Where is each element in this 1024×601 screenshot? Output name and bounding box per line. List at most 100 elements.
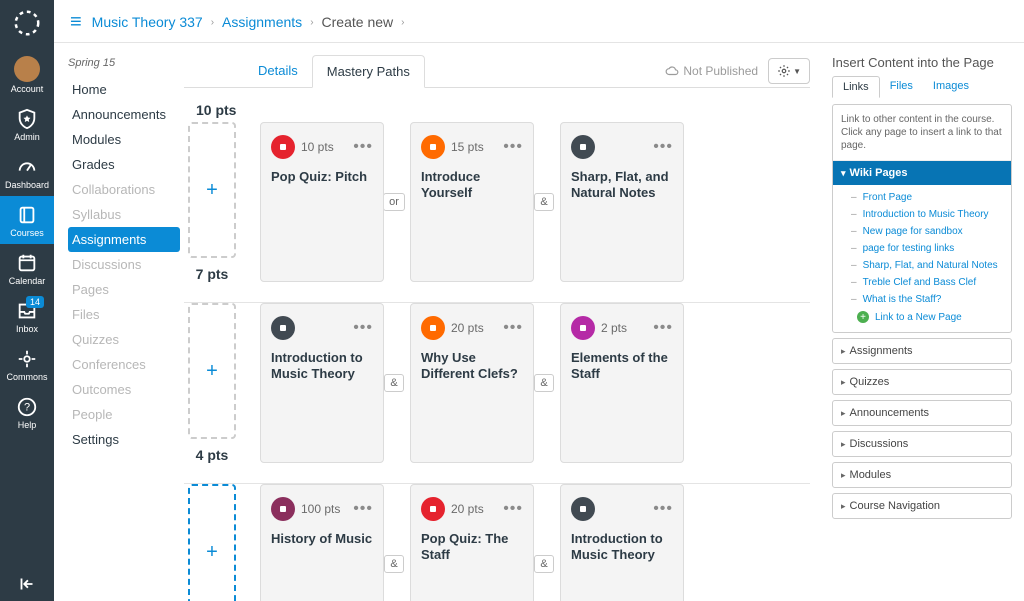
sidebar-tabs: Links Files Images bbox=[832, 76, 1012, 98]
wiki-page-link[interactable]: New page for sandbox bbox=[841, 223, 1007, 240]
global-nav-rail: Account Admin Dashboard Courses Calendar… bbox=[0, 0, 54, 601]
coursenav-assignments[interactable]: Assignments bbox=[68, 227, 180, 252]
nav-calendar-label: Calendar bbox=[9, 276, 46, 286]
path-card[interactable]: ••• Introduction to Music Theory bbox=[260, 303, 384, 463]
connector: or bbox=[384, 122, 404, 282]
plus-icon: + bbox=[206, 179, 218, 202]
nav-commons[interactable]: Commons bbox=[0, 340, 54, 388]
card-title: Introduction to Music Theory bbox=[571, 531, 673, 564]
card-menu-button[interactable]: ••• bbox=[353, 319, 373, 337]
accordion-announcements[interactable]: Announcements bbox=[832, 400, 1012, 426]
wiki-page-link[interactable]: Introduction to Music Theory bbox=[841, 206, 1007, 223]
accordion-discussions[interactable]: Discussions bbox=[832, 431, 1012, 457]
avatar-icon bbox=[14, 56, 40, 82]
coursenav-grades[interactable]: Grades bbox=[68, 152, 180, 177]
accordion-course-navigation[interactable]: Course Navigation bbox=[832, 493, 1012, 519]
nav-collapse[interactable] bbox=[0, 565, 54, 601]
nav-dashboard[interactable]: Dashboard bbox=[0, 148, 54, 196]
path-card[interactable]: •••Sharp, Flat, and Natural Notes bbox=[560, 122, 684, 282]
coursenav-modules[interactable]: Modules bbox=[68, 127, 180, 152]
card-menu-button[interactable]: ••• bbox=[353, 138, 373, 156]
coursenav-syllabus[interactable]: Syllabus bbox=[68, 202, 180, 227]
tab-details[interactable]: Details bbox=[244, 55, 312, 87]
path-card[interactable]: 2 pts•••Elements of the Staff bbox=[560, 303, 684, 463]
accordion-assignments[interactable]: Assignments bbox=[832, 338, 1012, 364]
nav-admin[interactable]: Admin bbox=[0, 100, 54, 148]
nav-calendar[interactable]: Calendar bbox=[0, 244, 54, 292]
card-menu-button[interactable]: ••• bbox=[653, 500, 673, 518]
nav-help[interactable]: ? Help bbox=[0, 388, 54, 436]
inbox-badge: 14 bbox=[26, 296, 44, 308]
card-points: 20 pts bbox=[451, 321, 484, 335]
sidebar-tab-links[interactable]: Links bbox=[832, 76, 880, 98]
path-card[interactable]: 20 pts•••Pop Quiz: The Staff bbox=[410, 484, 534, 601]
coursenav-files[interactable]: Files bbox=[68, 302, 180, 327]
wiki-page-link[interactable]: page for testing links bbox=[841, 240, 1007, 257]
card-menu-button[interactable]: ••• bbox=[353, 500, 373, 518]
item-type-icon bbox=[421, 135, 445, 159]
score-range-box[interactable]: + bbox=[188, 303, 236, 439]
link-new-page[interactable]: +Link to a New Page bbox=[841, 308, 1007, 326]
path-card[interactable]: 20 pts ••• Why Use Different Clefs? bbox=[410, 303, 534, 463]
coursenav-people[interactable]: People bbox=[68, 402, 180, 427]
mastery-path-row: +7 pts10 pts•••Pop Quiz: Pitchor15 pts••… bbox=[184, 122, 810, 282]
wiki-page-link[interactable]: What is the Staff? bbox=[841, 291, 1007, 308]
coursenav-discussions[interactable]: Discussions bbox=[68, 252, 180, 277]
sidebar-tab-images[interactable]: Images bbox=[923, 76, 979, 98]
coursenav-collab[interactable]: Collaborations bbox=[68, 177, 180, 202]
hamburger-icon[interactable]: ≡ bbox=[70, 12, 82, 32]
collapse-icon bbox=[16, 573, 38, 595]
coursenav-home[interactable]: Home bbox=[68, 77, 180, 102]
connector-label: & bbox=[534, 555, 553, 573]
score-range-box[interactable]: + bbox=[188, 484, 236, 601]
coursenav-outcomes[interactable]: Outcomes bbox=[68, 377, 180, 402]
accordion-quizzes[interactable]: Quizzes bbox=[832, 369, 1012, 395]
path-card[interactable]: 100 pts•••History of Music bbox=[260, 484, 384, 601]
sidebar-instructions: Link to other content in the course. Cli… bbox=[833, 105, 1011, 161]
tab-mastery-paths[interactable]: Mastery Paths bbox=[312, 55, 425, 88]
path-card[interactable]: ••• Introduction to Music Theory bbox=[560, 484, 684, 601]
wiki-page-link[interactable]: Treble Clef and Bass Clef bbox=[841, 274, 1007, 291]
coursenav-announcements[interactable]: Announcements bbox=[68, 102, 180, 127]
wiki-page-link[interactable]: Sharp, Flat, and Natural Notes bbox=[841, 257, 1007, 274]
plus-icon: + bbox=[206, 541, 218, 564]
coursenav-pages[interactable]: Pages bbox=[68, 277, 180, 302]
path-card[interactable]: 10 pts•••Pop Quiz: Pitch bbox=[260, 122, 384, 282]
breadcrumb-course[interactable]: Music Theory 337 bbox=[92, 14, 203, 30]
book-icon bbox=[16, 204, 38, 226]
caret-down-icon: ▼ bbox=[793, 67, 801, 76]
nav-inbox[interactable]: 14 Inbox bbox=[0, 292, 54, 340]
coursenav-quizzes[interactable]: Quizzes bbox=[68, 327, 180, 352]
coursenav-settings[interactable]: Settings bbox=[68, 427, 180, 452]
card-points: 10 pts bbox=[301, 140, 334, 154]
nav-account-label: Account bbox=[11, 84, 44, 94]
card-title: History of Music bbox=[271, 531, 373, 547]
connector: & bbox=[534, 484, 554, 601]
card-menu-button[interactable]: ••• bbox=[503, 500, 523, 518]
wiki-page-link[interactable]: Front Page bbox=[841, 189, 1007, 206]
coursenav-conferences[interactable]: Conferences bbox=[68, 352, 180, 377]
card-title: Why Use Different Clefs? bbox=[421, 350, 523, 383]
path-card[interactable]: 15 pts•••Introduce Yourself bbox=[410, 122, 534, 282]
connector-label: & bbox=[384, 555, 403, 573]
sidebar-title: Insert Content into the Page bbox=[832, 55, 1012, 70]
card-menu-button[interactable]: ••• bbox=[653, 138, 673, 156]
help-icon: ? bbox=[16, 396, 38, 418]
nav-account[interactable]: Account bbox=[0, 48, 54, 100]
shield-icon bbox=[16, 108, 38, 130]
range-lower-label: 4 pts bbox=[196, 447, 229, 463]
wiki-pages-heading[interactable]: Wiki Pages bbox=[833, 161, 1011, 185]
card-menu-button[interactable]: ••• bbox=[653, 319, 673, 337]
breadcrumb: ≡ Music Theory 337 › Assignments › Creat… bbox=[54, 0, 1024, 43]
score-range-box[interactable]: + bbox=[188, 122, 236, 258]
accordion-modules[interactable]: Modules bbox=[832, 462, 1012, 488]
card-menu-button[interactable]: ••• bbox=[503, 138, 523, 156]
sidebar-tab-files[interactable]: Files bbox=[880, 76, 923, 98]
breadcrumb-section[interactable]: Assignments bbox=[222, 14, 302, 30]
nav-courses[interactable]: Courses bbox=[0, 196, 54, 244]
nav-help-label: Help bbox=[18, 420, 37, 430]
card-title: Introduction to Music Theory bbox=[271, 350, 373, 383]
card-menu-button[interactable]: ••• bbox=[503, 319, 523, 337]
nav-inbox-label: Inbox bbox=[16, 324, 38, 334]
settings-button[interactable]: ▼ bbox=[768, 58, 810, 84]
